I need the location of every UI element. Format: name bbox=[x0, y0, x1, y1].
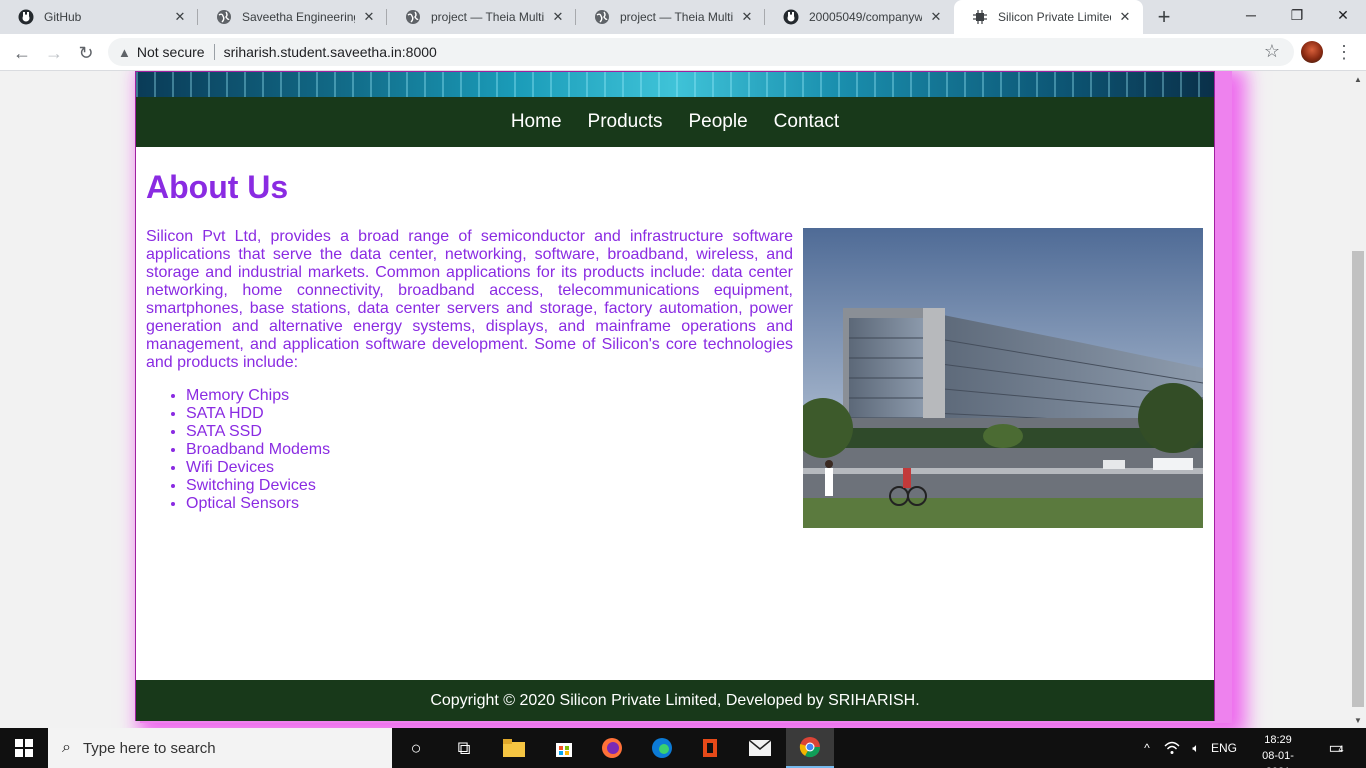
close-tab-icon[interactable]: ✕ bbox=[172, 9, 188, 25]
restore-icon[interactable]: ❐ bbox=[1274, 0, 1320, 30]
mail-icon[interactable] bbox=[736, 728, 784, 768]
tab-title: Saveetha Engineering C bbox=[242, 10, 355, 24]
close-tab-icon[interactable]: ✕ bbox=[550, 9, 566, 25]
search-icon: ⌕ bbox=[62, 739, 71, 756]
language-indicator[interactable]: ENG bbox=[1208, 728, 1240, 768]
cortana-icon[interactable]: ○ bbox=[392, 728, 440, 768]
task-view-icon[interactable]: ⧉ bbox=[440, 728, 488, 768]
tab-saveetha[interactable]: Saveetha Engineering C ✕ bbox=[198, 0, 387, 34]
close-tab-icon[interactable]: ✕ bbox=[1117, 9, 1133, 25]
close-tab-icon[interactable]: ✕ bbox=[739, 9, 755, 25]
tab-theia-1[interactable]: project — Theia Multi-L ✕ bbox=[387, 0, 576, 34]
chrome-icon[interactable] bbox=[786, 728, 834, 768]
page-container: Home Products People Contact About Us Si… bbox=[135, 71, 1215, 721]
nav-people[interactable]: People bbox=[689, 111, 748, 133]
github-icon bbox=[18, 9, 34, 25]
warning-icon[interactable]: ▲ bbox=[118, 45, 131, 60]
building-photo bbox=[803, 228, 1203, 528]
list-item: SATA SSD bbox=[186, 423, 330, 441]
tray-expand-icon[interactable]: ^ bbox=[1138, 728, 1156, 768]
profile-avatar[interactable] bbox=[1301, 41, 1323, 63]
list-item: SATA HDD bbox=[186, 405, 330, 423]
minimize-icon[interactable]: ─ bbox=[1228, 0, 1274, 30]
clock-date: 08-01-2021 bbox=[1262, 750, 1294, 768]
url-text[interactable]: sriharish.student.saveetha.in:8000 bbox=[224, 44, 437, 60]
nav-contact[interactable]: Contact bbox=[774, 111, 839, 133]
globe-icon bbox=[594, 9, 610, 25]
forward-icon[interactable]: → bbox=[40, 39, 68, 67]
wifi-icon[interactable] bbox=[1162, 728, 1182, 768]
list-item: Optical Sensors bbox=[186, 495, 330, 513]
tab-title: GitHub bbox=[44, 10, 82, 24]
close-tab-icon[interactable]: ✕ bbox=[361, 9, 377, 25]
github-icon bbox=[783, 9, 799, 25]
back-icon[interactable]: ← bbox=[8, 39, 36, 67]
scroll-down-icon[interactable]: ▼ bbox=[1350, 712, 1366, 728]
page-scrollbar[interactable]: ▲ ▼ bbox=[1350, 71, 1366, 728]
list-item: Switching Devices bbox=[186, 477, 330, 495]
taskbar-search[interactable]: ⌕ Type here to search bbox=[48, 728, 392, 768]
browser-toolbar: ← → ↻ ▲ Not secure sriharish.student.sav… bbox=[0, 34, 1366, 71]
nav-home[interactable]: Home bbox=[511, 111, 562, 133]
new-tab-button[interactable]: + bbox=[1152, 4, 1176, 29]
intro-paragraph: Silicon Pvt Ltd, provides a broad range … bbox=[146, 228, 793, 371]
security-label[interactable]: Not secure bbox=[137, 44, 205, 60]
tab-title: project — Theia Multi-L bbox=[620, 10, 733, 24]
globe-icon bbox=[405, 9, 421, 25]
bookmark-star-icon[interactable]: ☆ bbox=[1260, 39, 1284, 63]
address-bar[interactable]: ▲ Not secure sriharish.student.saveetha.… bbox=[108, 38, 1294, 66]
tab-theia-2[interactable]: project — Theia Multi-L ✕ bbox=[576, 0, 765, 34]
system-clock[interactable]: 18:29 08-01-2021 bbox=[1250, 730, 1306, 768]
tab-title: Silicon Private Limited bbox=[998, 10, 1111, 24]
tab-strip: GitHub ✕ Saveetha Engineering C ✕ projec… bbox=[0, 0, 1366, 34]
close-window-icon[interactable]: ✕ bbox=[1320, 0, 1366, 30]
firefox-icon[interactable] bbox=[588, 728, 636, 768]
search-placeholder: Type here to search bbox=[82, 739, 216, 757]
globe-icon bbox=[216, 9, 232, 25]
clock-time: 18:29 bbox=[1264, 734, 1292, 746]
tab-silicon[interactable]: Silicon Private Limited ✕ bbox=[954, 0, 1143, 34]
chip-icon bbox=[972, 9, 988, 25]
edge-icon[interactable] bbox=[638, 728, 686, 768]
file-explorer-icon[interactable] bbox=[490, 728, 538, 768]
office-icon[interactable] bbox=[686, 728, 734, 768]
banner-image bbox=[136, 72, 1214, 97]
site-footer: Copyright © 2020 Silicon Private Limited… bbox=[136, 680, 1214, 721]
nav-products[interactable]: Products bbox=[588, 111, 663, 133]
windows-start-icon[interactable] bbox=[0, 728, 48, 768]
page-viewport: Home Products People Contact About Us Si… bbox=[0, 71, 1350, 728]
tab-github[interactable]: GitHub ✕ bbox=[0, 0, 198, 34]
tab-title: 20005049/companywel bbox=[809, 10, 922, 24]
about-section: About Us Silicon Pvt Ltd, provides a bro… bbox=[146, 147, 1204, 528]
store-icon[interactable] bbox=[540, 728, 588, 768]
volume-icon[interactable]: 🔈︎ bbox=[1186, 728, 1206, 768]
windows-taskbar: ⌕ Type here to search ○ ⧉ ^ 🔈︎ ENG 18:29… bbox=[0, 728, 1366, 768]
close-tab-icon[interactable]: ✕ bbox=[928, 9, 944, 25]
list-item: Wifi Devices bbox=[186, 459, 330, 477]
list-item: Memory Chips bbox=[186, 387, 330, 405]
tab-title: project — Theia Multi-L bbox=[431, 10, 544, 24]
menu-kebab-icon[interactable]: ⋮ bbox=[1334, 39, 1354, 65]
notification-center-icon[interactable]: ▭ 4 bbox=[1318, 728, 1354, 768]
list-item: Broadband Modems bbox=[186, 441, 330, 459]
reload-icon[interactable]: ↻ bbox=[72, 39, 100, 67]
tab-github-repo[interactable]: 20005049/companywel ✕ bbox=[765, 0, 954, 34]
notification-count: 4 bbox=[1338, 744, 1344, 754]
products-list: Memory Chips SATA HDD SATA SSD Broadband… bbox=[186, 387, 330, 513]
scroll-thumb[interactable] bbox=[1352, 251, 1364, 707]
scroll-up-icon[interactable]: ▲ bbox=[1350, 71, 1366, 87]
page-title: About Us bbox=[146, 169, 289, 205]
main-nav: Home Products People Contact bbox=[136, 97, 1214, 147]
